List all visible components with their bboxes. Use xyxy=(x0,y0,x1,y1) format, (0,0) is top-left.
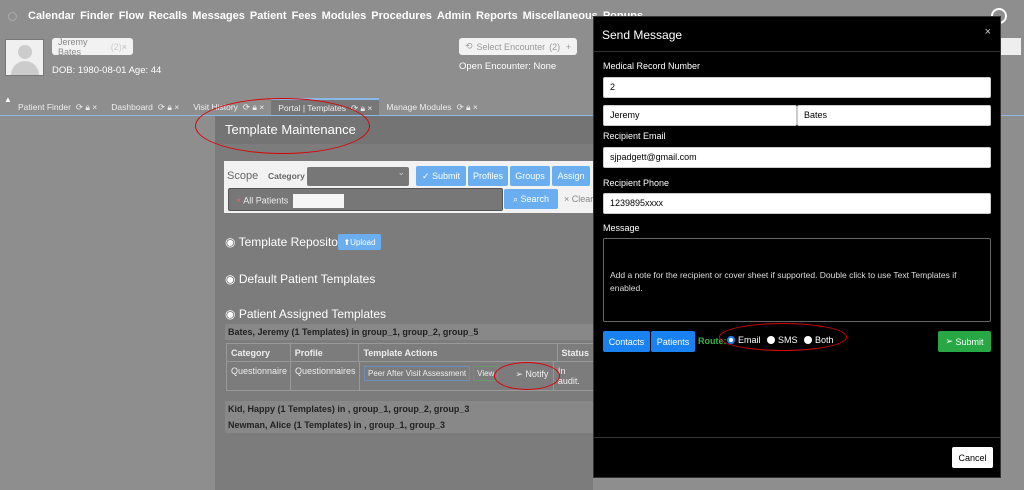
group-row[interactable]: Kid, Happy (1 Templates) in , group_1, g… xyxy=(225,401,595,417)
header-profile: Profile xyxy=(291,344,360,361)
cell-profile: Questionnaires xyxy=(291,362,360,390)
mrn-field[interactable]: 2 xyxy=(603,77,991,98)
tab-label: Patient Finder xyxy=(18,102,71,112)
profiles-button[interactable]: Profiles xyxy=(468,166,508,186)
category-label: Category xyxy=(268,171,305,181)
heading-text: Default Patient Templates xyxy=(238,272,376,286)
patients-button[interactable]: Patients xyxy=(651,331,695,352)
annotation-circle xyxy=(494,362,560,390)
group-row[interactable]: Newman, Alice (1 Templates) in , group_1… xyxy=(225,417,595,433)
annotation-circle xyxy=(195,98,370,154)
default-templates-heading[interactable]: ◉ Default Patient Templates xyxy=(225,272,375,286)
tab-patient-finder[interactable]: Patient Finder ⟳ 🔒︎ × xyxy=(0,98,104,116)
filter-input[interactable] xyxy=(293,194,345,208)
message-textarea[interactable]: Add a note for the recipient or cover sh… xyxy=(603,238,991,322)
open-encounter: Open Encounter: None xyxy=(459,61,557,72)
modal-title: Send Message xyxy=(602,28,683,42)
annotation-circle xyxy=(719,323,847,351)
heading-text: Patient Assigned Templates xyxy=(238,307,387,321)
email-label: Recipient Email xyxy=(603,131,666,141)
heading-text: Template Repository xyxy=(238,235,348,249)
nav-admin[interactable]: Admin xyxy=(437,10,471,22)
nav-messages[interactable]: Messages xyxy=(192,10,245,22)
clear-button[interactable]: × Clear xyxy=(564,194,593,204)
encounter-selector[interactable]: ⟲ Select Encounter (2) + xyxy=(459,38,577,55)
close-icon[interactable]: × xyxy=(122,42,127,52)
encounter-count: (2) xyxy=(549,41,561,52)
assigned-templates-heading[interactable]: ◉ Patient Assigned Templates xyxy=(225,307,386,321)
remove-icon[interactable]: × xyxy=(236,195,241,205)
tab-dashboard[interactable]: Dashboard ⟳ 🔒︎ × xyxy=(104,98,186,116)
tab-label: Dashboard xyxy=(111,102,153,112)
nav-calendar[interactable]: Calendar xyxy=(28,10,75,22)
email-field[interactable]: sjpadgett@gmail.com xyxy=(603,147,991,168)
submit-label: Submit xyxy=(955,336,984,347)
search-label: Search xyxy=(520,194,550,204)
main-nav: Calendar Finder Flow Recalls Messages Patient… xyxy=(28,10,643,22)
submit-button[interactable]: ✓ Submit xyxy=(416,166,466,186)
nav-reports[interactable]: Reports xyxy=(476,10,518,22)
all-patients-tag: All Patients xyxy=(243,195,289,206)
nav-modules[interactable]: Modules xyxy=(322,10,367,22)
avatar xyxy=(5,39,44,76)
nav-procedures[interactable]: Procedures xyxy=(371,10,432,22)
groups-button[interactable]: Groups xyxy=(510,166,550,186)
first-name-field[interactable]: Jeremy xyxy=(603,105,797,126)
category-select[interactable]: ⌄ xyxy=(307,167,409,186)
history-icon: ⟲ xyxy=(465,41,473,51)
header-category: Category xyxy=(227,344,291,361)
nav-patient[interactable]: Patient xyxy=(250,10,287,22)
plus-icon[interactable]: + xyxy=(566,42,571,52)
tab-manage-modules[interactable]: Manage Modules ⟳ 🔒︎ × xyxy=(379,98,485,116)
assign-button[interactable]: Assign xyxy=(552,166,590,186)
message-label: Message xyxy=(603,223,640,233)
send-message-modal: Send Message × Medical Record Number 2 J… xyxy=(593,16,1001,478)
nav-flow[interactable]: Flow xyxy=(119,10,144,22)
patient-name: Jeremy Bates xyxy=(58,36,88,57)
logo-icon xyxy=(8,12,17,21)
clear-label: Clear xyxy=(571,194,593,204)
search-button[interactable]: ⌕ Search xyxy=(504,189,558,209)
template-repository-heading[interactable]: ◉ Template Repository xyxy=(225,235,348,249)
header-status: Status xyxy=(561,348,590,358)
submit-label: Submit xyxy=(432,171,461,181)
cancel-button[interactable]: Cancel xyxy=(952,447,993,468)
nav-fees[interactable]: Fees xyxy=(292,10,317,22)
mrn-label: Medical Record Number xyxy=(603,61,701,71)
close-button[interactable]: × xyxy=(985,26,991,38)
refresh-icon[interactable]: ⟳ 🔒︎ × xyxy=(76,102,97,113)
header-actions: Template Actions xyxy=(359,344,558,361)
tab-label: Manage Modules xyxy=(386,102,452,112)
encounter-label: Select Encounter xyxy=(476,41,546,52)
scope-label: Scope xyxy=(227,170,259,182)
patient-count: (2) xyxy=(110,41,122,52)
nav-recalls[interactable]: Recalls xyxy=(149,10,188,22)
template-button[interactable]: Peer After Visit Assessment xyxy=(364,366,471,381)
refresh-icon[interactable]: ⟳ 🔒︎ × xyxy=(158,102,179,113)
contacts-button[interactable]: Contacts xyxy=(603,331,650,352)
upload-button[interactable]: ⬆ Upload xyxy=(338,234,381,250)
phone-field[interactable]: 1239895xxxx xyxy=(603,193,991,214)
submit-message-button[interactable]: ➢ Submit xyxy=(938,331,991,352)
last-name-field[interactable]: Bates xyxy=(797,105,991,126)
right-selector[interactable] xyxy=(1001,38,1021,55)
phone-label: Recipient Phone xyxy=(603,178,670,188)
group-row[interactable]: Bates, Jeremy (1 Templates) in group_1, … xyxy=(225,324,595,340)
nav-miscellaneous[interactable]: Miscellaneous xyxy=(523,10,598,22)
refresh-icon[interactable]: ⟳ 🔒︎ × xyxy=(457,102,478,113)
upload-label: Upload xyxy=(350,237,376,247)
patient-filter[interactable]: × All Patients xyxy=(228,188,503,211)
collapse-icon[interactable]: ▲ xyxy=(4,95,12,104)
cell-category: Questionnaire xyxy=(227,362,291,390)
patient-dob: DOB: 1980-08-01 Age: 44 xyxy=(52,65,162,76)
patient-selector[interactable]: Jeremy Bates (2) × xyxy=(52,36,133,57)
nav-finder[interactable]: Finder xyxy=(80,10,114,22)
